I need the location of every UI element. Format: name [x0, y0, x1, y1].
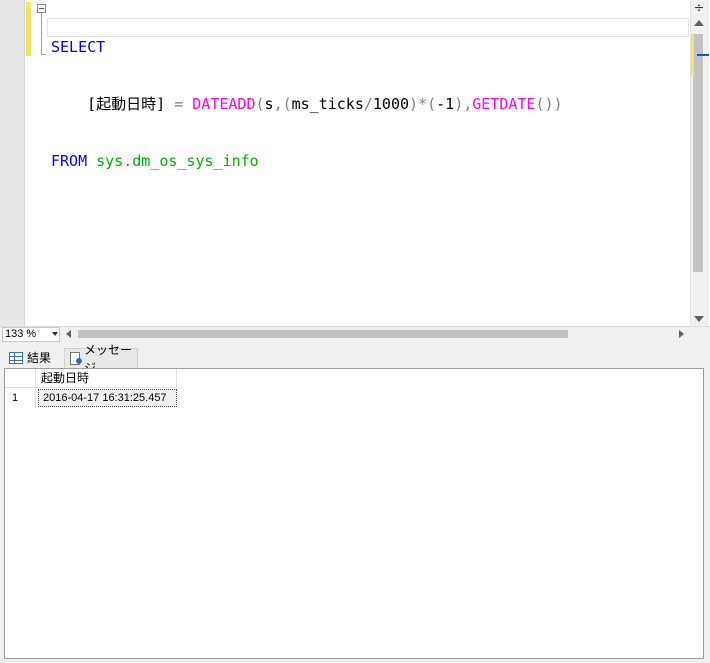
scrollbar-change-marker	[691, 34, 694, 76]
comma: ,	[273, 95, 283, 113]
select-keyword: SELECT	[51, 38, 106, 56]
paren: ()	[535, 95, 554, 113]
outline-end	[41, 54, 46, 55]
paren: )	[553, 95, 563, 113]
getdate-function: GETDATE	[472, 95, 536, 113]
split-icon[interactable]: ÷	[692, 2, 706, 16]
scroll-up-arrow-icon[interactable]	[694, 20, 704, 26]
tab-messages[interactable]: メッセージ	[64, 343, 138, 375]
comma: ,	[463, 95, 473, 113]
scroll-left-arrow-icon[interactable]	[66, 330, 71, 338]
datepart: s	[264, 95, 274, 113]
sql-code[interactable]: SELECT [起動日時] = DATEADD(s,(ms_ticks/1000…	[51, 0, 563, 190]
outline-line	[41, 13, 42, 55]
code-line-1: SELECT	[51, 38, 563, 57]
change-tracking-bar	[26, 2, 31, 56]
code-line-2: [起動日時] = DATEADD(s,(ms_ticks/1000)*(-1),…	[51, 95, 563, 114]
scrollbar-caret-marker	[697, 54, 709, 56]
negative-literal: -1	[436, 95, 455, 113]
collapse-outline-icon[interactable]	[37, 4, 46, 13]
paren: (	[255, 95, 265, 113]
grid-icon	[9, 352, 23, 364]
paren: (	[427, 95, 437, 113]
chevron-down-icon[interactable]	[52, 332, 58, 336]
column-header[interactable]: 起動日時	[36, 369, 177, 388]
number-literal: 1000	[372, 95, 410, 113]
grid-corner[interactable]	[5, 369, 36, 388]
results-grid[interactable]	[4, 368, 704, 659]
scroll-down-arrow-icon[interactable]	[694, 316, 704, 322]
tab-results-label: 結果	[27, 351, 52, 365]
equals-operator: =	[165, 95, 193, 113]
editor-gutter	[0, 0, 25, 326]
horizontal-scroll-thumb[interactable]	[78, 330, 568, 338]
paren: (	[282, 95, 292, 113]
dateadd-function: DATEADD	[192, 95, 256, 113]
paren: )	[409, 95, 419, 113]
row-number[interactable]: 1	[5, 388, 36, 408]
table-cell[interactable]: 2016-04-17 16:31:25.457	[38, 389, 177, 407]
divide-operator: /	[363, 95, 373, 113]
scroll-right-arrow-icon[interactable]	[679, 330, 684, 338]
paren: )	[454, 95, 464, 113]
multiply-operator: *	[418, 95, 428, 113]
tab-results[interactable]: 結果	[4, 348, 62, 368]
message-icon	[70, 352, 82, 365]
column-alias: [起動日時]	[87, 95, 166, 113]
vertical-scroll-thumb[interactable]	[693, 34, 703, 272]
code-line-3: FROM sys.dm_os_sys_info	[51, 152, 563, 171]
system-view: sys.dm_os_sys_info	[96, 152, 259, 170]
ms-ticks-column: ms_ticks	[291, 95, 364, 113]
from-keyword: FROM	[51, 152, 88, 170]
